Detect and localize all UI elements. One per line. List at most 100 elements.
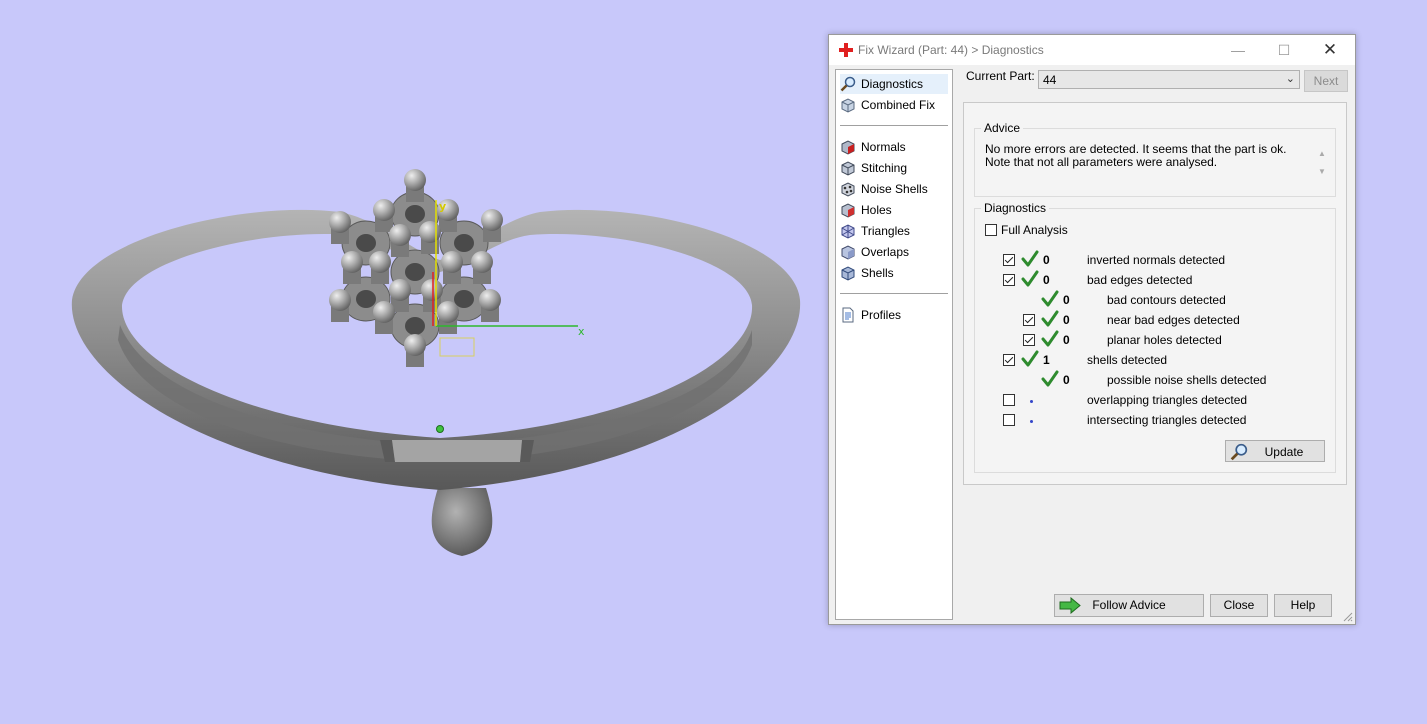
x-axis-label: x	[578, 325, 585, 338]
update-button[interactable]: Update	[1225, 440, 1325, 462]
noise-shells-icon	[841, 182, 855, 197]
update-label: Update	[1264, 445, 1304, 459]
diagnostic-checkbox[interactable]	[1003, 254, 1015, 266]
y-axis-label: y	[439, 200, 447, 213]
current-part-select[interactable]: 44 ⌄	[1038, 70, 1300, 89]
diagnostics-group: Diagnostics Full Analysis 0 inverted norm…	[974, 201, 1336, 473]
3d-viewport[interactable]: x y	[0, 0, 820, 724]
nav-label: Combined Fix	[861, 98, 936, 112]
setting-hole	[454, 234, 474, 252]
nav-item-triangles[interactable]: Triangles	[840, 221, 948, 241]
nav-item-shells[interactable]: Shells	[840, 263, 948, 283]
triangles-icon	[841, 224, 855, 239]
prong-ball	[373, 301, 395, 323]
nav-item-profiles[interactable]: Profiles	[840, 305, 948, 325]
nav-item-noise-shells[interactable]: Noise Shells	[840, 179, 948, 199]
nav-item-diagnostics[interactable]: Diagnostics	[840, 74, 948, 94]
nav-label: Normals	[861, 140, 906, 154]
red-cross-icon	[839, 43, 853, 57]
setting-hole	[405, 317, 425, 335]
advice-scrollbar[interactable]: ▲ ▼	[1317, 145, 1327, 181]
diagnostic-checkbox[interactable]	[1023, 334, 1035, 346]
nav-label: Shells	[861, 266, 894, 280]
nav-label: Noise Shells	[861, 182, 928, 196]
diagnostic-count: 0	[1063, 373, 1070, 387]
minimize-icon[interactable]: —	[1215, 35, 1261, 65]
stitching-icon	[841, 161, 855, 176]
advice-title: Advice	[981, 121, 1024, 135]
nav-item-overlaps[interactable]: Overlaps	[840, 242, 948, 262]
prong-ball	[479, 289, 501, 311]
diagnostic-count: 0	[1043, 253, 1050, 267]
diagnostic-count: 1	[1043, 353, 1050, 367]
diagnostic-checkbox[interactable]	[1003, 354, 1015, 366]
combined-fix-icon	[841, 98, 855, 113]
setting-hole	[356, 290, 376, 308]
check-icon	[1021, 270, 1039, 287]
holes-icon	[841, 203, 855, 218]
diagnostic-count: 0	[1063, 293, 1070, 307]
current-part-value: 44	[1043, 73, 1057, 87]
ring-model[interactable]	[0, 0, 820, 724]
advice-text: No more errors are detected. It seems th…	[985, 142, 1287, 169]
nav-item-normals[interactable]: Normals	[840, 137, 948, 157]
diagnostic-checkbox[interactable]	[1003, 394, 1015, 406]
diagnostic-label: planar holes detected	[1107, 333, 1222, 347]
prong-ball	[389, 279, 411, 301]
follow-advice-label: Follow Advice	[1092, 598, 1166, 612]
close-button[interactable]: Close	[1210, 594, 1268, 617]
diagnostic-label: possible noise shells detected	[1107, 373, 1267, 387]
help-button[interactable]: Help	[1274, 594, 1332, 617]
next-button[interactable]: Next	[1304, 70, 1348, 92]
window-title: Fix Wizard (Part: 44) > Diagnostics	[858, 43, 1044, 57]
check-icon	[1041, 310, 1059, 327]
diagnostic-label: bad contours detected	[1107, 293, 1226, 307]
diagnostic-count: 0	[1043, 273, 1050, 287]
shells-icon	[841, 266, 855, 281]
diagnostic-checkbox[interactable]	[1003, 274, 1015, 286]
diagnostic-label: bad edges detected	[1087, 273, 1193, 287]
diagnostic-label: overlapping triangles detected	[1087, 393, 1248, 407]
normals-icon	[841, 140, 855, 155]
prong-ball	[369, 251, 391, 273]
maximize-icon[interactable]: ☐	[1261, 35, 1307, 65]
diagnostic-label: inverted normals detected	[1087, 253, 1226, 267]
chevron-down-icon: ⌄	[1285, 73, 1295, 85]
prong-ball	[404, 334, 426, 356]
magnifier-icon	[840, 76, 856, 92]
diagnostic-checkbox[interactable]	[1003, 414, 1015, 426]
nav-item-stitching[interactable]: Stitching	[840, 158, 948, 178]
profiles-icon	[842, 307, 854, 323]
overlaps-icon	[841, 245, 855, 260]
diagnostic-label: shells detected	[1087, 353, 1168, 367]
setting-hole	[356, 234, 376, 252]
nav-label: Holes	[861, 203, 892, 217]
advice-group: Advice No more errors are detected. It s…	[974, 121, 1336, 197]
check-icon	[1041, 370, 1059, 387]
setting-hole	[405, 263, 425, 281]
diagnostic-count: 0	[1063, 313, 1070, 327]
nav-label: Triangles	[861, 224, 910, 238]
diagnostic-checkbox[interactable]	[1023, 314, 1035, 326]
current-part-label: Current Part:	[966, 69, 1035, 83]
title-bar[interactable]: Fix Wizard (Part: 44) > Diagnostics — ☐ …	[829, 35, 1355, 65]
nav-label: Overlaps	[861, 245, 910, 259]
diagnostic-label: near bad edges detected	[1107, 313, 1240, 327]
prong-ball	[389, 224, 411, 246]
diagnostics-panel: Advice No more errors are detected. It s…	[963, 102, 1347, 485]
diagnostics-title: Diagnostics	[981, 201, 1050, 215]
check-icon	[1021, 350, 1039, 367]
close-icon[interactable]: ✕	[1307, 35, 1353, 65]
prong-ball	[481, 209, 503, 231]
follow-advice-button[interactable]: Follow Advice	[1054, 594, 1204, 617]
resize-grip-icon[interactable]	[1343, 612, 1353, 622]
fix-wizard-dialog: Fix Wizard (Part: 44) > Diagnostics — ☐ …	[828, 34, 1356, 625]
prong-ball	[404, 169, 426, 191]
nav-item-combined-fix[interactable]: Combined Fix	[840, 95, 948, 115]
prong-ball	[373, 199, 395, 221]
nav-label: Profiles	[861, 308, 902, 322]
nav-item-holes[interactable]: Holes	[840, 200, 948, 220]
prong-ball	[471, 251, 493, 273]
full-analysis-checkbox[interactable]	[985, 224, 997, 236]
setting-hole	[405, 205, 425, 223]
